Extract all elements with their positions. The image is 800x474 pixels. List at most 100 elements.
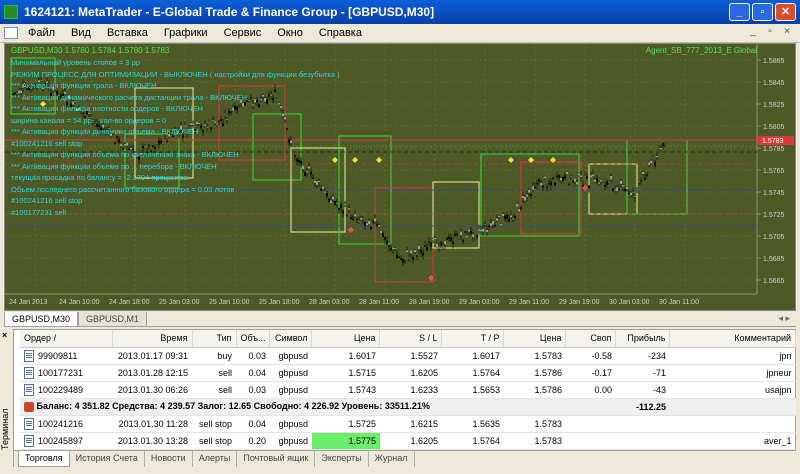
candle-body [512, 217, 514, 220]
col-volume[interactable]: Объ... [236, 330, 271, 348]
candle-body [206, 126, 208, 128]
mdi-restore-button[interactable]: ▫ [763, 26, 777, 40]
candle-body [192, 122, 194, 126]
chart-doc-icon[interactable] [4, 27, 18, 39]
terminal-tab[interactable]: Новости [145, 451, 193, 467]
candle-body [300, 160, 302, 165]
candle-body [310, 171, 312, 175]
restore-button[interactable]: ▫ [752, 3, 773, 21]
candle-body [450, 237, 452, 241]
candle-body [560, 177, 562, 181]
candle-body [536, 183, 538, 185]
table-row[interactable]: 99909811 2013.01.17 09:31 buy 0.03 gbpusd 1.6… [20, 347, 796, 365]
menu-window[interactable]: Окно [277, 27, 303, 39]
candle-body [162, 142, 164, 145]
candle-body [598, 182, 600, 184]
menu-view[interactable]: Вид [71, 27, 91, 39]
candle-body [546, 186, 548, 189]
tab-gbpusd-m30[interactable]: GBPUSD,M30 [4, 312, 79, 327]
col-swap[interactable]: Своп [565, 330, 617, 348]
menu-file[interactable]: Файл [28, 27, 55, 39]
candle-body [632, 191, 634, 194]
chart-info-line: *** Активация функции динамики объема - … [11, 127, 199, 136]
candle-body [472, 233, 474, 238]
col-symbol[interactable]: Символ [269, 330, 313, 348]
candle-body [208, 121, 210, 123]
order-current-price: 1.5783 [503, 415, 566, 433]
candle-body [278, 102, 280, 105]
candle-body [478, 228, 480, 232]
order-time: 2013.01.28 12:15 [112, 364, 192, 382]
current-price-label: 1.5783 [762, 138, 784, 145]
candle-body [592, 174, 594, 177]
tab-scroll-arrows[interactable]: ◂ ▸ [778, 313, 790, 324]
candle-body [404, 260, 406, 262]
candle-body [454, 233, 456, 237]
candle-body [660, 147, 662, 150]
minimize-button[interactable]: _ [729, 3, 750, 21]
order-sl: 1.6205 [379, 432, 442, 450]
menu-help[interactable]: Справка [319, 27, 362, 39]
candle-body [484, 224, 486, 226]
col-profit[interactable]: Прибыль [615, 330, 671, 348]
col-time[interactable]: Время [112, 330, 193, 348]
candle-body [554, 182, 556, 186]
candle-body [384, 237, 386, 240]
menu-charts[interactable]: Графики [164, 27, 208, 39]
zone-rectangle [480, 153, 580, 237]
candle-body [608, 181, 610, 183]
menu-tools[interactable]: Сервис [224, 27, 262, 39]
candle-body [120, 143, 122, 147]
col-order[interactable]: Ордер / [20, 330, 113, 348]
candle-body [380, 230, 382, 234]
table-row[interactable]: 100229489 2013.01.30 06:26 sell 0.03 gbpusd 1… [20, 381, 796, 399]
col-price[interactable]: Цена [311, 330, 381, 348]
chart-info-line: *** Активация динамического расчета дист… [11, 92, 248, 102]
col-current-price[interactable]: Цена [503, 330, 567, 348]
candle-body [396, 254, 398, 259]
mdi-minimize-button[interactable]: _ [746, 26, 760, 40]
terminal-tab[interactable]: Алерты [193, 451, 238, 467]
candle-body [216, 123, 218, 126]
price-chart[interactable]: 1.5865 1.5845 1.5825 1.5805 1.5785 1.5765 1.57… [4, 43, 796, 311]
col-tp[interactable]: T / P [441, 330, 505, 348]
terminal-tab[interactable]: История Счета [70, 451, 145, 467]
terminal-close-icon[interactable]: × [2, 330, 7, 340]
candle-body [476, 235, 478, 238]
order-volume: 0.04 [236, 364, 270, 382]
candle-body [664, 148, 666, 150]
candle-body [570, 176, 572, 178]
price-label: 1.5845 [763, 80, 785, 87]
candle-body [642, 171, 644, 175]
candle-body [244, 101, 246, 107]
close-button[interactable]: ✕ [775, 3, 796, 21]
candle-body [330, 200, 332, 204]
candle-body [292, 145, 294, 147]
menu-insert[interactable]: Вставка [107, 27, 148, 39]
table-row-pending[interactable]: 100245897 2013.01.30 13:28 sell stop 0.20 gb… [20, 432, 796, 450]
expert-advisor-name: Agent_SB_777_2013_E Global [645, 46, 757, 55]
col-type[interactable]: Тип [192, 330, 237, 348]
time-label: 28 Jan 11:00 [359, 299, 399, 306]
tab-gbpusd-m1[interactable]: GBPUSD,M1 [78, 312, 148, 327]
order-tp: 1.5653 [441, 381, 504, 399]
table-row[interactable]: 100177231 2013.01.28 12:15 sell 0.04 gbpusd 1… [20, 364, 796, 382]
candle-body [228, 111, 230, 114]
terminal-tab[interactable]: Почтовый ящик [237, 451, 316, 467]
col-sl[interactable]: S / L [379, 330, 443, 348]
candle-body [516, 203, 518, 207]
candle-body [262, 94, 264, 98]
order-time: 2013.01.30 06:26 [112, 381, 192, 399]
order-swap: -0.58 [565, 347, 616, 365]
terminal-tab[interactable]: Эксперты [315, 451, 369, 467]
candle-body [564, 175, 566, 179]
table-row-pending[interactable]: 100241216 2013.01.30 11:28 sell stop 0.04 gb… [20, 415, 796, 433]
col-comment[interactable]: Комментарий [669, 330, 796, 348]
candle-body [158, 140, 160, 145]
order-tp: 1.5764 [441, 364, 504, 382]
order-type: sell stop [192, 415, 236, 433]
candle-body [156, 143, 158, 145]
mdi-close-button[interactable]: × [780, 26, 794, 40]
terminal-tab[interactable]: Торговля [18, 451, 70, 467]
terminal-tab[interactable]: Журнал [369, 451, 415, 467]
